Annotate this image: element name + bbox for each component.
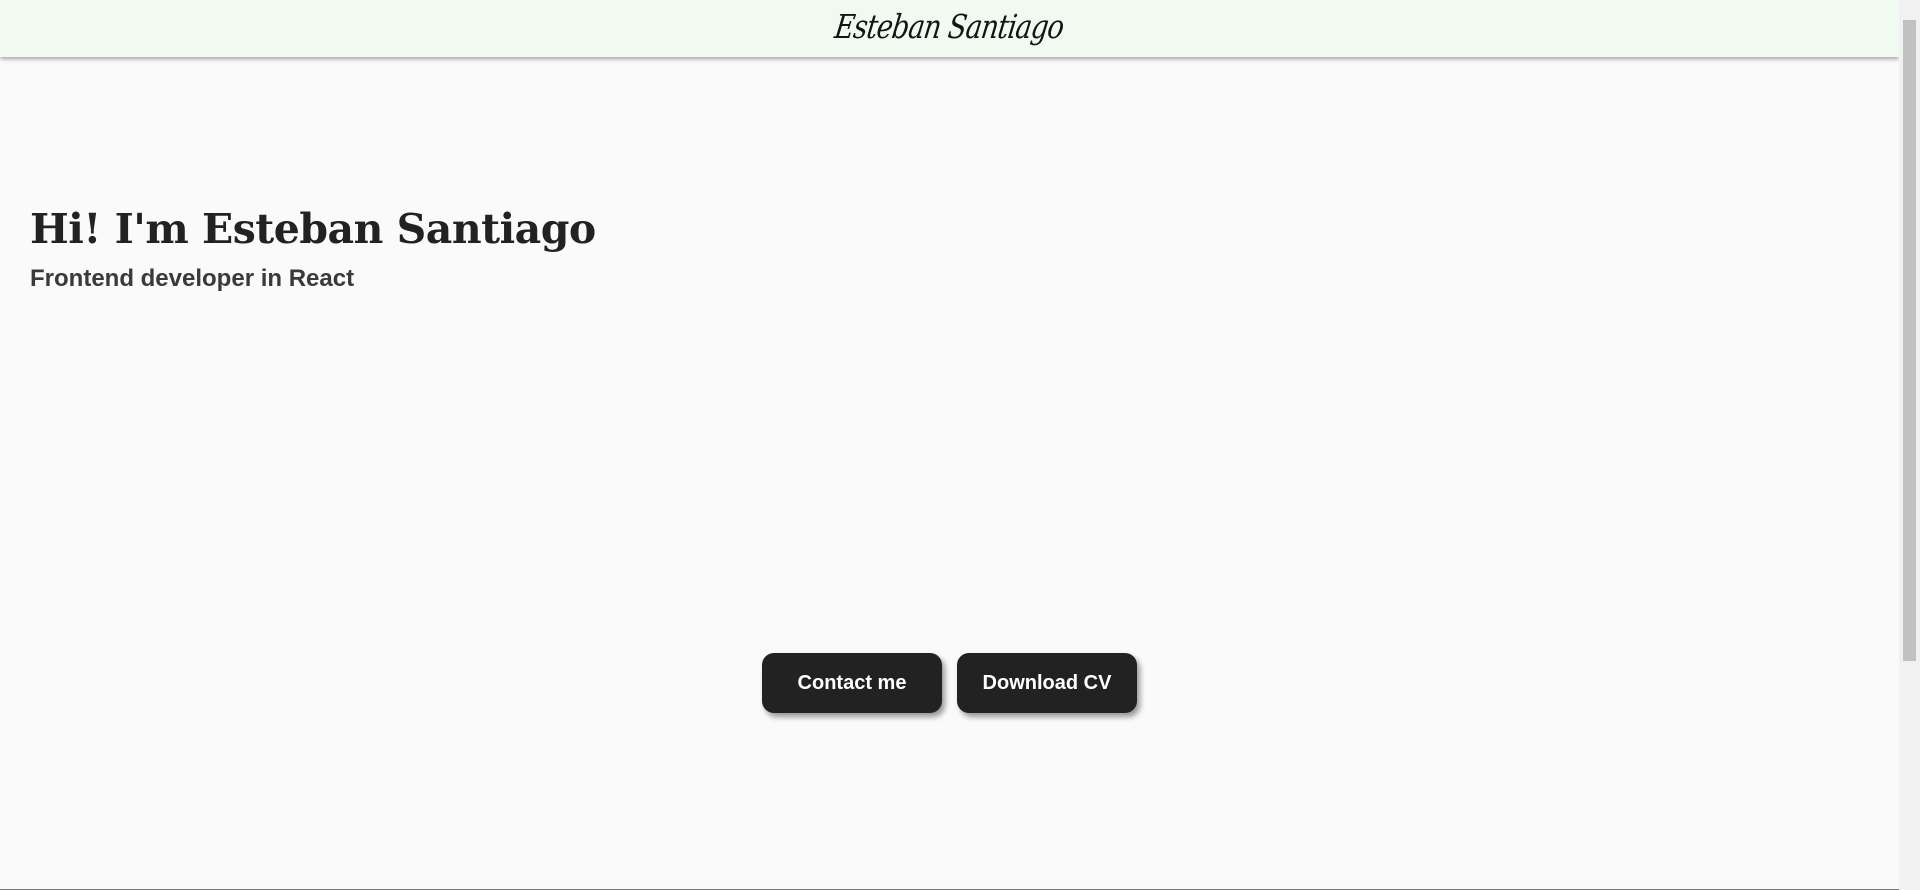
page: Esteban Santiago Hi! I'm Esteban Santiag…	[0, 0, 1920, 890]
hero-actions: Contact me Download CV	[762, 653, 1137, 713]
site-header: Esteban Santiago	[0, 0, 1899, 57]
hero-section: Hi! I'm Esteban Santiago Frontend develo…	[30, 205, 596, 293]
contact-me-button[interactable]: Contact me	[762, 653, 942, 713]
vertical-scrollbar[interactable]	[1899, 0, 1920, 890]
scrollbar-thumb[interactable]	[1903, 20, 1916, 661]
download-cv-button[interactable]: Download CV	[957, 653, 1137, 713]
viewport: Esteban Santiago Hi! I'm Esteban Santiag…	[0, 0, 1899, 890]
hero-title: Hi! I'm Esteban Santiago	[30, 205, 596, 253]
hero-subtitle: Frontend developer in React	[30, 265, 355, 292]
site-logo[interactable]: Esteban Santiago	[833, 7, 1067, 46]
